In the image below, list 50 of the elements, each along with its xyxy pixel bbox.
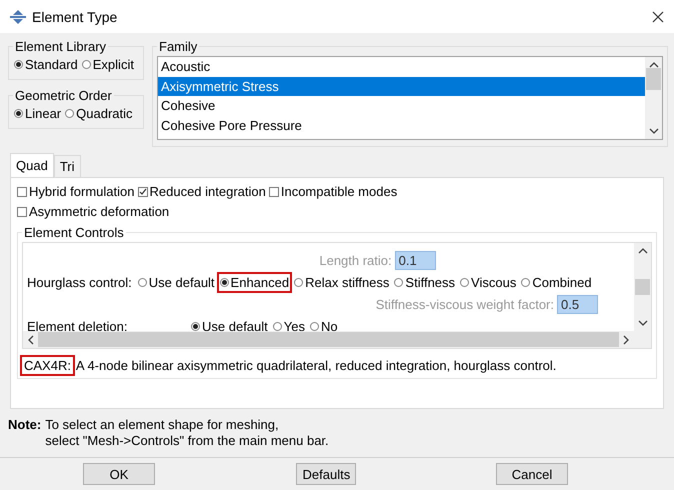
list-item[interactable]: Axisymmetric Stress [158, 76, 645, 96]
list-item[interactable]: Cohesive Pore Pressure [158, 116, 645, 135]
radio-option[interactable]: Linear [13, 105, 62, 122]
radio-option[interactable]: Enhanced [218, 274, 290, 291]
list-item[interactable]: Acoustic [158, 57, 645, 76]
radio-option[interactable]: Viscous [459, 274, 518, 291]
scroll-down-icon[interactable] [648, 128, 658, 135]
field-label: Hourglass control: [27, 275, 132, 290]
note-label: Note: [8, 417, 42, 434]
list-item[interactable]: Cohesive [158, 96, 645, 116]
scroll-up-icon[interactable] [638, 247, 648, 254]
dialog-button[interactable]: OK [83, 463, 155, 485]
checkbox-option[interactable]: Reduced integration [138, 184, 266, 199]
dialog-button[interactable]: Defaults [296, 463, 356, 485]
field-label: Stiffness-viscous weight factor: [376, 297, 554, 312]
scrollbar[interactable] [645, 57, 662, 139]
scroll-down-icon[interactable] [638, 320, 648, 327]
scroll-thumb[interactable] [38, 332, 619, 347]
field-label: Length ratio: [319, 253, 392, 268]
group-label: Element Controls [23, 225, 125, 240]
checkmark-icon [138, 188, 146, 196]
element-description: CAX4R: A 4-node bilinear axisymmetric quadrilateral, reduced integration, hourglass control. [22, 357, 652, 374]
group-label: Family [158, 39, 198, 54]
scroll-thumb[interactable] [646, 68, 661, 90]
radio-option[interactable]: Standard [13, 56, 79, 73]
scrollbar[interactable] [634, 243, 651, 331]
radio-option[interactable]: Use default [136, 274, 216, 291]
group-label: Geometric Order [14, 88, 113, 103]
checkbox-option[interactable]: Hybrid formulation [17, 184, 134, 199]
scrollbar[interactable] [23, 331, 634, 348]
radio-option[interactable]: Quadratic [64, 105, 134, 122]
radio-option[interactable]: Combined [520, 274, 593, 291]
radio-option[interactable]: Stiffness [393, 274, 456, 291]
group-label: Element Library [14, 39, 108, 54]
close-icon[interactable] [652, 10, 664, 22]
tab[interactable]: Quad [10, 153, 54, 177]
tab[interactable]: Tri [54, 155, 80, 177]
checkbox-option[interactable]: Asymmetric deformation [17, 204, 170, 219]
app-icon [10, 10, 26, 24]
scroll-right-icon[interactable] [623, 334, 630, 344]
scroll-up-icon[interactable] [648, 61, 658, 68]
window-title: Element Type [32, 8, 118, 24]
scroll-thumb[interactable] [635, 279, 650, 295]
checkbox-option[interactable]: Incompatible modes [268, 184, 398, 199]
scroll-left-icon[interactable] [27, 334, 34, 344]
note-text: To select an element shape for meshing, select "Mesh->Controls" from the main menu bar. [45, 417, 330, 449]
dialog-button[interactable]: Cancel [496, 463, 568, 485]
radio-option[interactable]: Explicit [80, 56, 135, 73]
radio-option[interactable]: Relax stiffness [293, 274, 390, 291]
field-label: Element deletion: [27, 319, 128, 331]
